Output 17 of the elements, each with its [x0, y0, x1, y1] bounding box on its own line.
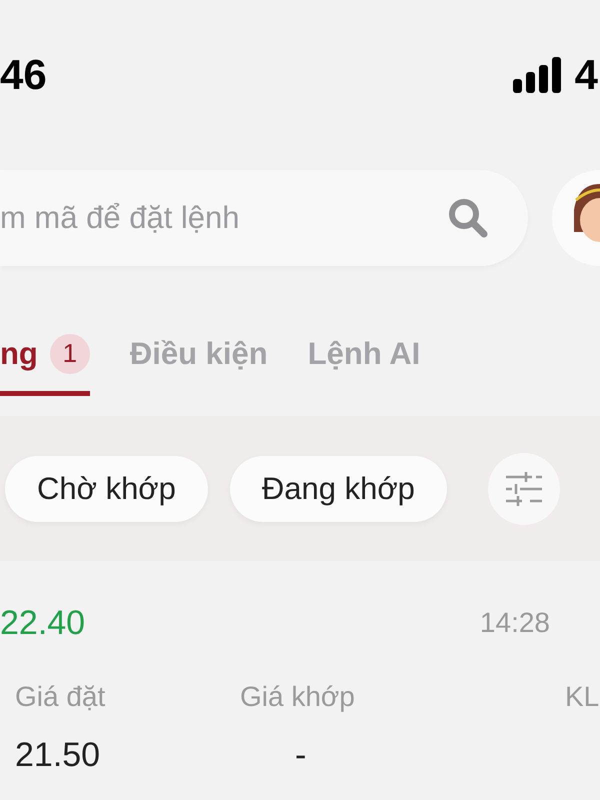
- count-badge: 1: [50, 334, 90, 374]
- column-value: 21.50: [15, 735, 102, 776]
- order-time: 14:28: [480, 607, 550, 639]
- search-icon[interactable]: [446, 196, 490, 240]
- status-text: 4: [574, 51, 598, 99]
- column-label: KL: [565, 680, 600, 714]
- status-time: 46: [0, 51, 47, 99]
- order-price: 22.40: [0, 604, 86, 642]
- signal-icon: [512, 57, 563, 93]
- column-value: -: [294, 735, 306, 776]
- sliders-icon: [504, 470, 544, 506]
- column-label: Giá khớp: [240, 680, 355, 714]
- filter-chip[interactable]: Chờ khớp: [5, 456, 208, 522]
- search-field[interactable]: m mã để đặt lệnh: [0, 170, 528, 266]
- tab[interactable]: ng 1: [0, 316, 90, 396]
- column-label: Giá đặt: [15, 680, 106, 714]
- filter-chip[interactable]: Đang khớp: [230, 456, 447, 522]
